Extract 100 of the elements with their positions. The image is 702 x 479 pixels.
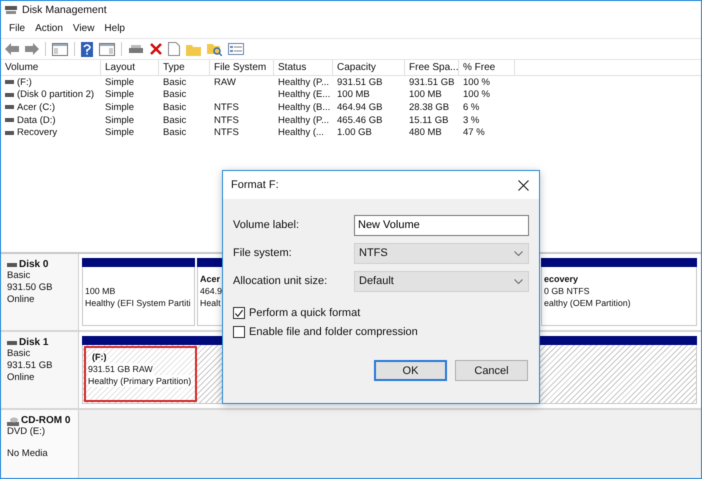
pane-icon[interactable]: [52, 42, 68, 56]
table-cell: 931.51 GB: [409, 76, 454, 88]
field-label: Allocation unit size:: [233, 275, 328, 287]
table-cell: Healthy (B...: [278, 102, 330, 113]
column-header[interactable]: Capacity: [333, 60, 405, 75]
disk-info: DVD (E:): [7, 426, 45, 438]
table-cell: Simple: [105, 76, 134, 88]
table-cell: 465.46 GB: [337, 114, 382, 126]
column-header[interactable]: Layout: [101, 60, 159, 75]
table-cell: Healthy (E...: [278, 89, 330, 100]
partition-info: 931.51 GB RAW: [88, 363, 153, 375]
menu-item[interactable]: Help: [99, 23, 130, 34]
help-icon[interactable]: [81, 42, 93, 56]
checkbox-label: Perform a quick format: [249, 307, 360, 319]
menu-item[interactable]: Action: [30, 23, 68, 34]
partition-name: (F:): [91, 351, 106, 363]
column-header[interactable]: File System: [210, 60, 274, 75]
delete-icon[interactable]: [150, 43, 162, 55]
table-cell: 15.11 GB: [409, 114, 448, 126]
column-header[interactable]: Type: [159, 60, 210, 75]
partition-name: Acer: [200, 273, 220, 285]
disk-name: Disk 1: [19, 337, 48, 348]
back-icon[interactable]: [5, 43, 19, 55]
field-label: File system:: [233, 247, 292, 259]
table-cell: 100 %: [463, 89, 490, 100]
table-cell: Basic: [163, 114, 186, 126]
properties-icon[interactable]: [228, 43, 244, 55]
table-cell: (Disk 0 partition 2): [17, 89, 94, 100]
table-cell: 1.00 GB: [337, 127, 372, 138]
table-cell: Basic: [163, 76, 186, 88]
table-cell: Healthy (...: [278, 127, 324, 138]
checkbox[interactable]: [233, 326, 245, 338]
dropdown[interactable]: Default: [354, 270, 529, 292]
disk-info: 931.50 GB: [7, 282, 52, 294]
app-icon: [5, 5, 17, 15]
partition[interactable]: 100 MB Healthy (EFI System Partiti: [82, 267, 195, 326]
table-cell: 480 MB: [409, 127, 442, 138]
cd-drive-icon: [7, 416, 19, 426]
table-cell: 464.94 GB: [337, 102, 382, 113]
disk-info: Online: [7, 294, 34, 306]
window-title: Disk Management: [22, 4, 107, 16]
table-cell: 100 MB: [337, 89, 370, 100]
table-cell: RAW: [214, 76, 236, 88]
table-cell: Simple: [105, 114, 134, 126]
table-cell: 6 %: [463, 102, 480, 113]
table-cell: Basic: [163, 102, 186, 113]
table-cell: Basic: [163, 127, 186, 138]
disk-info: No Media: [7, 448, 48, 460]
table-cell: NTFS: [214, 102, 239, 113]
chevron-icon: [514, 278, 523, 284]
forward-icon[interactable]: [25, 43, 39, 55]
table-cell: NTFS: [214, 127, 239, 138]
disk-name: Disk 0: [19, 259, 48, 270]
table-cell: Acer (C:): [17, 102, 55, 113]
table-cell: Simple: [105, 127, 134, 138]
dialog-title: Format F:: [231, 179, 279, 191]
disk-info: 931.51 GB: [7, 360, 52, 372]
table-cell: NTFS: [214, 114, 239, 126]
partition-info: ealthy (OEM Partition): [544, 297, 631, 309]
table-cell: Healthy (P...: [278, 114, 330, 126]
menu-item[interactable]: View: [68, 23, 100, 34]
table-cell: 931.51 GB: [337, 76, 382, 88]
table-cell: Data (D:): [17, 114, 56, 126]
field-label: Volume label:: [233, 219, 300, 231]
pane-icon[interactable]: [99, 42, 115, 56]
table-cell: (F:): [17, 76, 32, 88]
disk-info: Basic: [7, 348, 30, 360]
table-cell: Simple: [105, 102, 134, 113]
dropdown[interactable]: NTFS: [354, 242, 529, 264]
disk-info: Online: [7, 372, 34, 384]
folder-search-icon[interactable]: [207, 42, 222, 56]
table-cell: Recovery: [17, 127, 58, 138]
menu-item[interactable]: File: [4, 23, 30, 34]
table-cell: 100 MB: [409, 89, 442, 100]
partition-info: Healthy (Primary Partition): [88, 375, 192, 387]
dialog-button[interactable]: Cancel: [455, 360, 528, 381]
table-cell: 28.38 GB: [409, 102, 450, 113]
checkbox-label: Enable file and folder compression: [249, 326, 418, 338]
partition-info: Healt: [200, 297, 221, 309]
table-cell: Basic: [163, 89, 186, 100]
table-cell: 3 %: [463, 114, 480, 126]
close-icon[interactable]: [518, 180, 529, 190]
disk-name: CD-ROM 0: [21, 415, 70, 426]
partition-info: Healthy (EFI System Partiti: [85, 297, 191, 309]
document-icon[interactable]: [168, 42, 180, 56]
table-cell: 100 %: [463, 76, 490, 88]
volume-label-field[interactable]: New Volume: [354, 214, 529, 236]
partition-info: 0 GB NTFS: [544, 285, 590, 297]
table-cell: 47 %: [463, 127, 485, 138]
column-header[interactable]: Volume: [1, 60, 101, 75]
table-cell: Healthy (P...: [278, 76, 330, 88]
partition-info: 100 MB: [85, 285, 116, 297]
column-header[interactable]: Status: [274, 60, 333, 75]
column-header[interactable]: % Free: [459, 60, 515, 75]
dialog-button[interactable]: OK: [374, 360, 447, 381]
partition[interactable]: ecovery 0 GB NTFS ealthy (OEM Partition): [541, 267, 697, 326]
column-header[interactable]: Free Spa...: [405, 60, 459, 75]
partition-info: 464.9: [200, 285, 222, 297]
checkbox[interactable]: [233, 307, 245, 319]
drive-icon[interactable]: [128, 43, 144, 55]
